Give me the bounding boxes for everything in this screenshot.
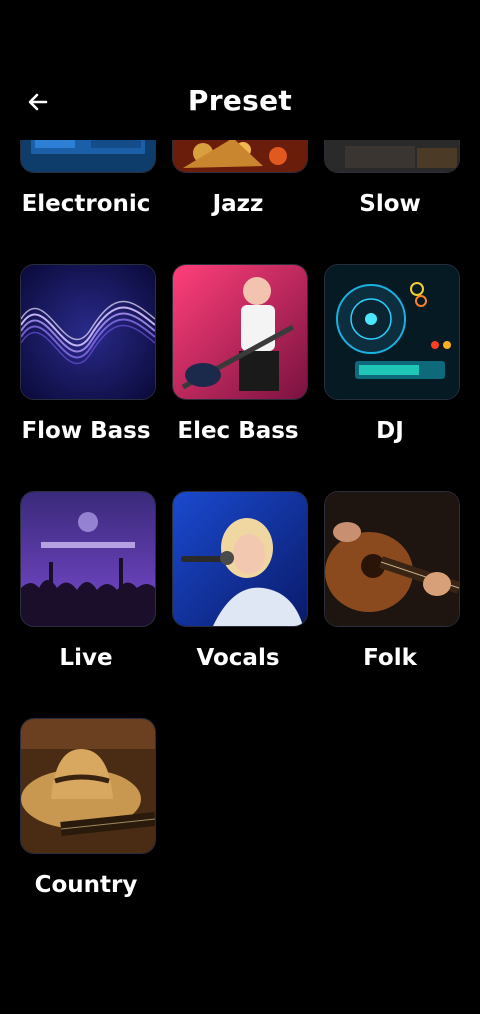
jazz-thumbnail	[172, 140, 308, 173]
page-title: Preset	[187, 84, 293, 117]
electronic-thumbnail	[20, 140, 156, 173]
preset-label: Folk	[363, 645, 417, 671]
live-thumbnail	[20, 491, 156, 627]
folk-thumbnail	[324, 491, 460, 627]
preset-label: Elec Bass	[177, 418, 299, 444]
app-header: Preset	[0, 0, 480, 140]
preset-label: Vocals	[196, 645, 280, 671]
slow-thumbnail	[324, 140, 460, 173]
flow-bass-thumbnail	[20, 264, 156, 400]
dj-thumbnail	[324, 264, 460, 400]
preset-grid-scroll[interactable]: Electronic Jazz Slow Flow Bass Elec Bass…	[0, 140, 480, 1014]
preset-label: Live	[59, 645, 113, 671]
preset-label: Slow	[359, 191, 421, 217]
preset-label: DJ	[376, 418, 404, 444]
elec-bass-thumbnail	[172, 264, 308, 400]
preset-label: Flow Bass	[21, 418, 151, 444]
preset-label: Electronic	[21, 191, 151, 217]
country-thumbnail	[20, 718, 156, 854]
vocals-thumbnail	[172, 491, 308, 627]
preset-label: Jazz	[212, 191, 264, 217]
preset-label: Country	[34, 872, 138, 898]
